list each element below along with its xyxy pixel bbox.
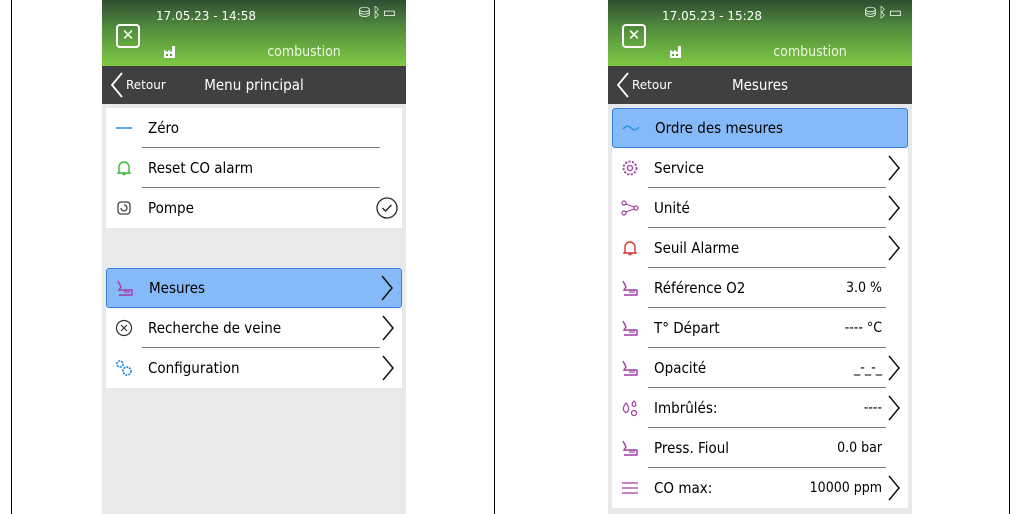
chevron-right-icon <box>382 355 394 381</box>
check-circle-icon[interactable] <box>376 197 398 219</box>
swap-icon <box>619 116 643 140</box>
chevron-right-icon <box>888 195 900 221</box>
factory-icon <box>164 46 175 58</box>
dash-icon <box>112 116 136 140</box>
menu-item-label: Reset CO alarm <box>148 159 253 177</box>
item-seuil-alarme[interactable]: Seuil Alarme <box>612 228 908 268</box>
menu-group-actions: Zéro Reset CO alarm Pompe <box>106 108 402 228</box>
item-label: Opacité <box>654 359 707 377</box>
gears-icon <box>112 356 136 380</box>
item-value: ---- °C <box>844 320 882 336</box>
menu-item-reset-co-alarm[interactable]: Reset CO alarm <box>106 148 402 188</box>
measure-icon <box>113 276 137 300</box>
item-label: Service <box>654 159 704 177</box>
close-button[interactable]: ✕ <box>116 24 140 48</box>
bluetooth-icon: ᛒ <box>372 5 383 21</box>
menu-item-pompe[interactable]: Pompe <box>106 188 402 228</box>
menu-item-label: Zéro <box>148 119 180 137</box>
item-t-depart[interactable]: T° Départ ---- °C <box>612 308 908 348</box>
right-screen: ✕ 17.05.23 - 15:28 ⛁ᛒ▭ combustion Retour… <box>608 0 912 514</box>
item-co-max[interactable]: CO max: 10000 ppm <box>612 468 908 508</box>
circle-x-icon <box>112 316 136 340</box>
database-icon: ⛁ <box>864 5 879 21</box>
border-middle <box>494 0 495 514</box>
page-title: Menu principal <box>204 76 304 94</box>
item-value: 0.0 bar <box>837 440 882 456</box>
pump-icon <box>112 196 136 220</box>
close-button[interactable]: ✕ <box>622 24 646 48</box>
chevron-right-icon <box>888 395 900 421</box>
bluetooth-icon: ᛒ <box>878 5 889 21</box>
chevron-right-icon <box>381 275 393 301</box>
status-bar: ✕ 17.05.23 - 14:58 ⛁ᛒ▭ combustion <box>102 0 406 66</box>
chevron-right-icon <box>888 475 900 501</box>
item-value: _-_-_ <box>854 360 882 376</box>
battery-icon: ▭ <box>888 5 904 21</box>
item-label: Unité <box>654 199 690 217</box>
item-value: 3.0 % <box>846 280 882 296</box>
battery-icon: ▭ <box>382 5 398 21</box>
item-reference-o2[interactable]: Référence O2 3.0 % <box>612 268 908 308</box>
bell-icon <box>112 156 136 180</box>
measure-icon <box>618 436 642 460</box>
factory-icon <box>670 46 681 58</box>
item-label: CO max: <box>654 479 713 497</box>
menu-group-navigation: Mesures Recherche de veine Configuration <box>106 268 402 388</box>
chevron-right-icon <box>888 155 900 181</box>
chevron-right-icon <box>888 355 900 381</box>
status-bar: ✕ 17.05.23 - 15:28 ⛁ᛒ▭ combustion <box>608 0 912 66</box>
status-icons: ⛁ᛒ▭ <box>359 5 398 21</box>
menu-item-configuration[interactable]: Configuration <box>106 348 402 388</box>
left-screen: ✕ 17.05.23 - 14:58 ⛁ᛒ▭ combustion Retour… <box>102 0 406 514</box>
datetime: 17.05.23 - 14:58 <box>156 9 256 23</box>
menu-item-zero[interactable]: Zéro <box>106 108 402 148</box>
status-icons: ⛁ᛒ▭ <box>865 5 904 21</box>
share-icon <box>618 196 642 220</box>
header-title: combustion <box>267 44 341 60</box>
measure-icon <box>618 356 642 380</box>
item-press-fioul[interactable]: Press. Fioul 0.0 bar <box>612 428 908 468</box>
item-ordre-des-mesures[interactable]: Ordre des mesures <box>612 108 908 148</box>
gear-icon <box>618 156 642 180</box>
header-title: combustion <box>773 44 847 60</box>
item-label: Seuil Alarme <box>654 239 740 257</box>
item-value: 10000 ppm <box>809 480 882 496</box>
list-icon <box>618 476 642 500</box>
item-label: Press. Fioul <box>654 439 730 457</box>
border-left <box>11 0 12 514</box>
menu-item-label: Mesures <box>149 279 206 297</box>
drops-icon <box>618 396 642 420</box>
page-title: Mesures <box>731 76 789 94</box>
menu-item-label: Configuration <box>148 359 240 377</box>
database-icon: ⛁ <box>358 5 373 21</box>
measure-icon <box>618 276 642 300</box>
menu-item-label: Recherche de veine <box>148 319 282 337</box>
measure-icon <box>618 316 642 340</box>
page-frame: ✕ 17.05.23 - 14:58 ⛁ᛒ▭ combustion Retour… <box>0 0 1022 514</box>
item-label: Ordre des mesures <box>655 119 784 137</box>
chevron-right-icon <box>382 315 394 341</box>
item-unite[interactable]: Unité <box>612 188 908 228</box>
menu-item-label: Pompe <box>148 199 194 217</box>
menu-item-mesures[interactable]: Mesures <box>106 268 402 308</box>
measures-list: Ordre des mesures Service Unité Seuil Al… <box>612 108 908 508</box>
navbar: Retour Mesures <box>608 66 912 104</box>
datetime: 17.05.23 - 15:28 <box>662 9 762 23</box>
item-label: Référence O2 <box>654 279 746 297</box>
item-imbrules[interactable]: Imbrûlés: ---- <box>612 388 908 428</box>
item-label: Imbrûlés: <box>654 399 718 417</box>
item-service[interactable]: Service <box>612 148 908 188</box>
bell-icon <box>618 236 642 260</box>
chevron-right-icon <box>888 235 900 261</box>
navbar: Retour Menu principal <box>102 66 406 104</box>
border-right <box>1009 0 1010 514</box>
item-label: T° Départ <box>654 319 720 337</box>
menu-item-recherche-de-veine[interactable]: Recherche de veine <box>106 308 402 348</box>
item-value: ---- <box>863 400 882 416</box>
item-opacite[interactable]: Opacité _-_-_ <box>612 348 908 388</box>
